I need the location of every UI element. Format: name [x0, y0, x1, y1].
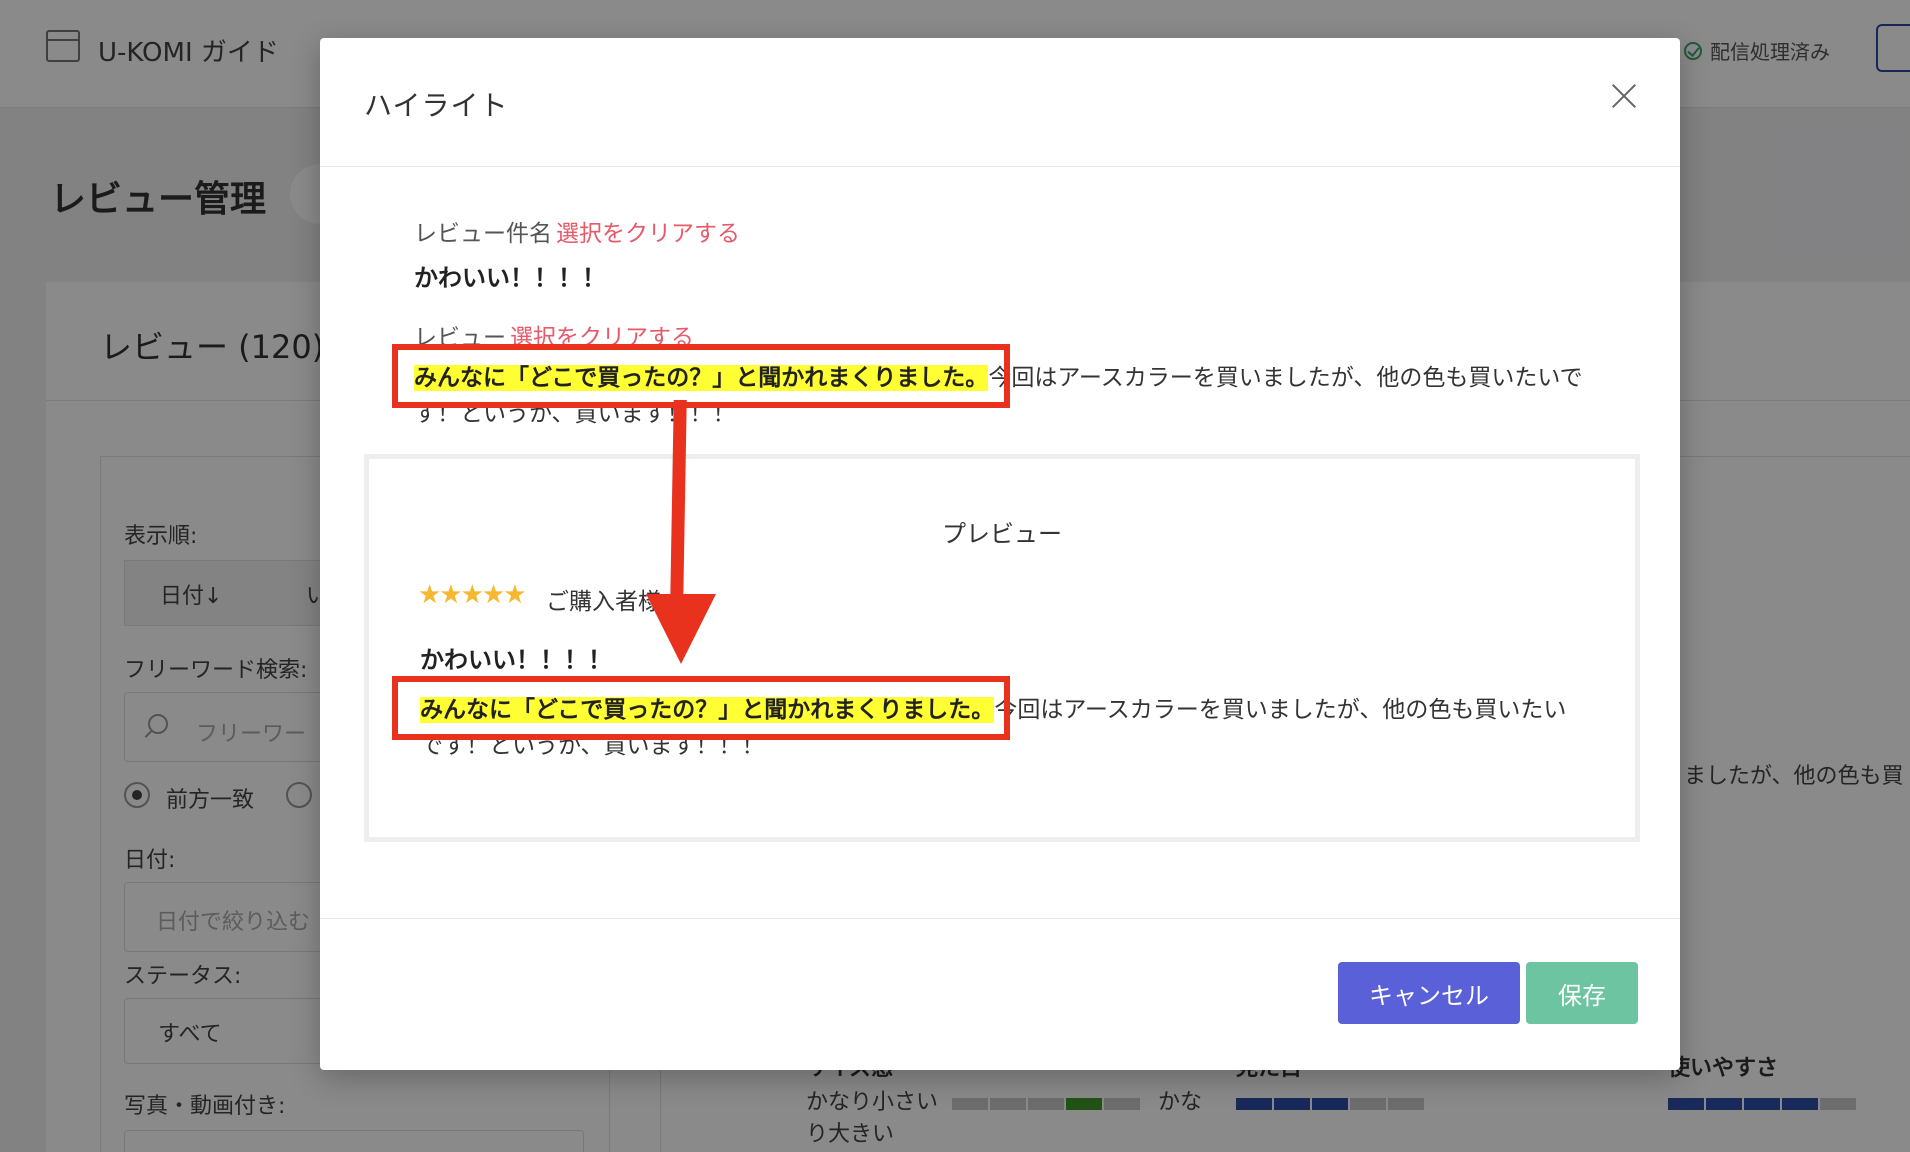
- review-title-label: レビュー件名: [414, 221, 552, 247]
- save-button[interactable]: 保存: [1526, 962, 1638, 1024]
- clear-title-selection-link[interactable]: 選択をクリアする: [556, 221, 740, 247]
- review-title-text: かわいい！！！！: [414, 264, 606, 292]
- modal-header-divider: [320, 166, 1680, 167]
- cancel-button[interactable]: キャンセル: [1338, 962, 1520, 1024]
- modal-footer-divider: [320, 918, 1680, 919]
- preview-heading: プレビュー: [942, 520, 1062, 548]
- annotation-arrow-head-icon: [646, 594, 716, 664]
- reviewer-name: ご購入者様: [546, 589, 661, 615]
- close-icon[interactable]: [1610, 82, 1638, 110]
- modal-title: ハイライト: [364, 89, 509, 122]
- annotation-box-selection: [392, 344, 1010, 408]
- annotation-box-preview: [392, 676, 1010, 740]
- star-rating-icon: ★★★★★: [418, 580, 527, 610]
- review-title-field: レビュー件名 選択をクリアする: [414, 214, 740, 248]
- preview-review-title: かわいい！！！！: [420, 646, 612, 674]
